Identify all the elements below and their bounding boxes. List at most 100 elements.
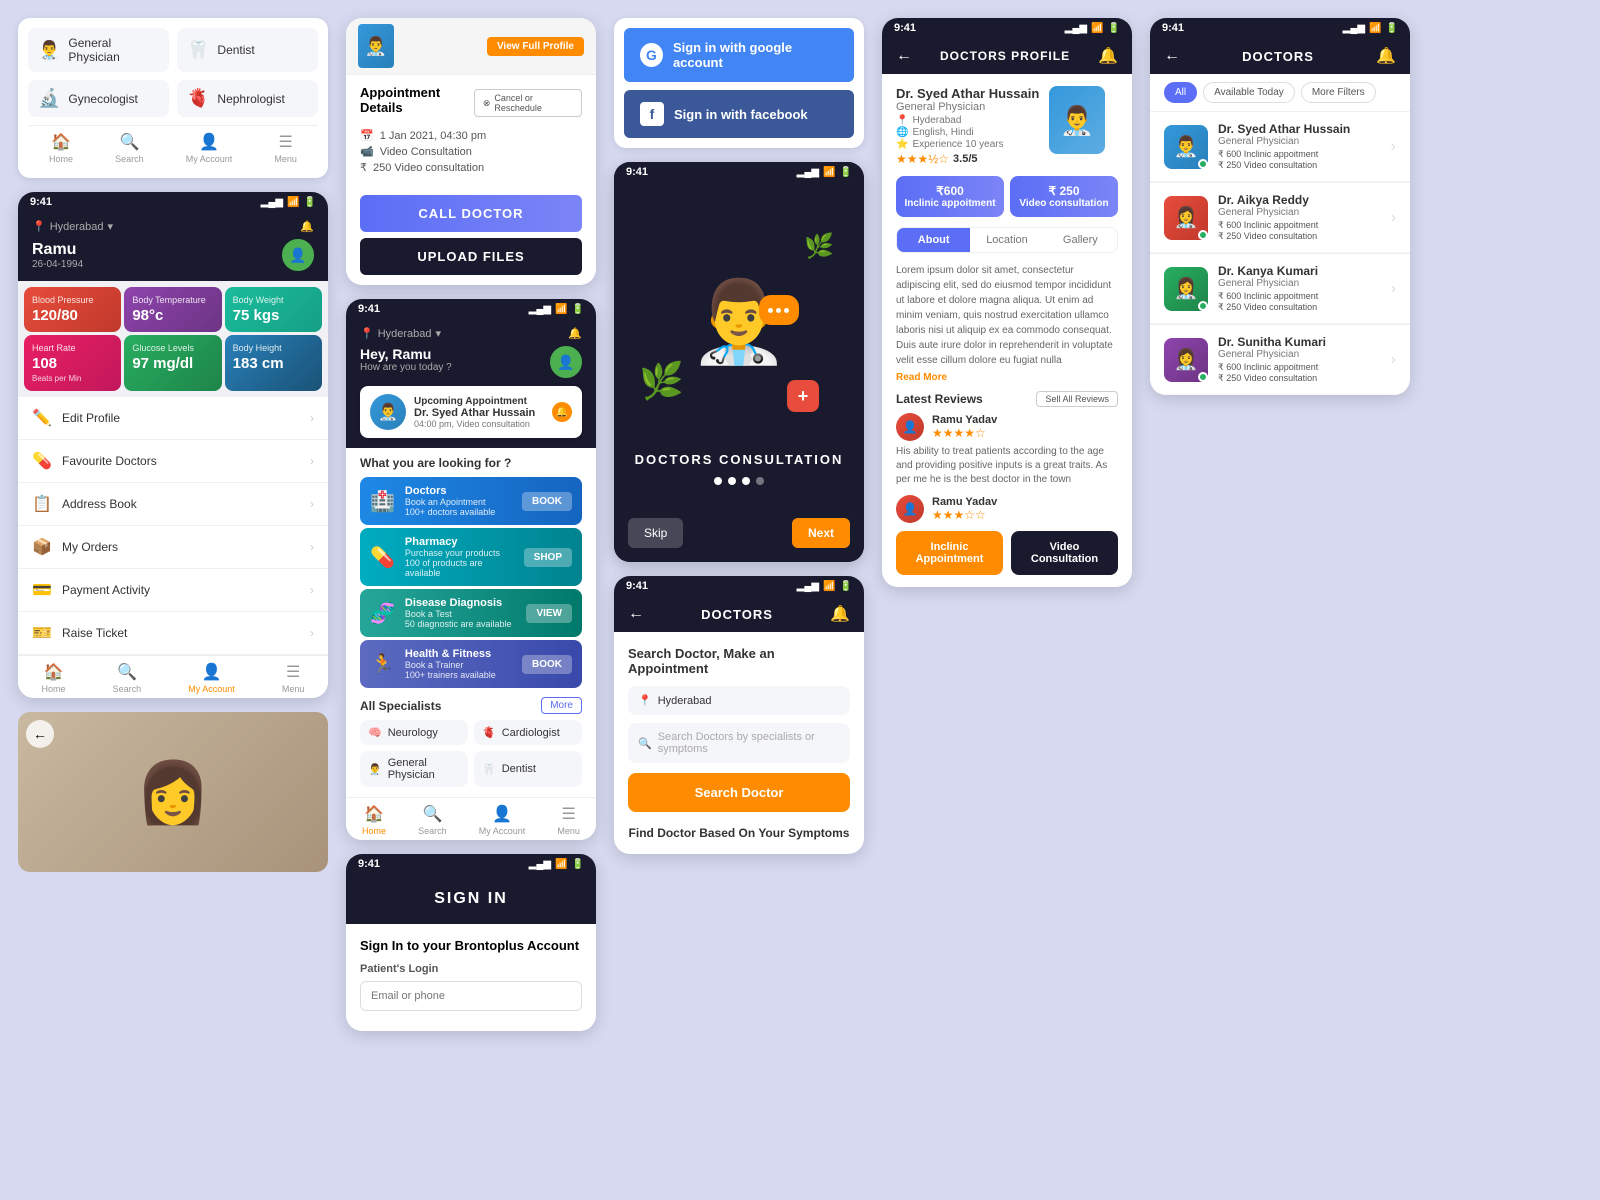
nav-menu[interactable]: ☰ Menu: [557, 804, 580, 836]
doctor-list-item-4[interactable]: 👩‍⚕️ Dr. Sunitha Kumari General Physicia…: [1150, 325, 1410, 395]
video-consultation-button[interactable]: Video Consultation: [1011, 531, 1118, 575]
nav-search[interactable]: 🔍 Search: [113, 662, 142, 694]
inclinic-price-button[interactable]: ₹600 Inclinic appoitment: [896, 176, 1004, 217]
doctor-list-item-1[interactable]: 👨‍⚕️ Dr. Syed Athar Hussain General Phys…: [1150, 112, 1410, 182]
back-arrow-icon[interactable]: ←: [628, 605, 644, 623]
read-more-button[interactable]: Read More: [896, 372, 1118, 383]
service-diagnosis[interactable]: 🧬 Disease Diagnosis Book a Test 50 diagn…: [360, 589, 582, 637]
specialty-nephrologist[interactable]: 🫀 Nephrologist: [177, 80, 318, 117]
sell-all-button[interactable]: Sell All Reviews: [1036, 391, 1118, 407]
health-card-temp[interactable]: Body Temperature 98°c: [124, 287, 221, 332]
health-card-glucose[interactable]: Glucose Levels 97 mg/dl: [124, 335, 221, 391]
status-time: 9:41: [30, 196, 52, 208]
service-title: Pharmacy: [405, 536, 514, 548]
signal-icon: 📶: [287, 197, 299, 208]
back-arrow-icon[interactable]: ←: [1164, 47, 1180, 65]
specialist-general[interactable]: 👨‍⚕️ General Physician: [360, 751, 468, 787]
service-fitness[interactable]: 🏃 Health & Fitness Book a Trainer 100+ t…: [360, 640, 582, 688]
service-doctors[interactable]: 🏥 Doctors Book an Apointment 100+ doctor…: [360, 477, 582, 525]
filter-available-today[interactable]: Available Today: [1203, 82, 1295, 103]
specialty-general-physician[interactable]: 👨‍⚕️ General Physician: [28, 28, 169, 72]
video-price-button[interactable]: ₹ 250 Video consultation: [1010, 176, 1118, 217]
search-doctor-button[interactable]: Search Doctor: [628, 773, 850, 812]
service-pharmacy[interactable]: 💊 Pharmacy Purchase your products 100 of…: [360, 528, 582, 586]
nav-home[interactable]: 🏠 Home: [362, 804, 386, 836]
tab-gallery[interactable]: Gallery: [1044, 228, 1117, 252]
menu-address-book[interactable]: 📋 Address Book ›: [18, 483, 328, 526]
user-avatar[interactable]: 👤: [282, 239, 314, 271]
back-button[interactable]: ←: [26, 720, 54, 748]
bell-icon[interactable]: 🔔: [300, 220, 314, 233]
bell-icon[interactable]: 🔔: [1376, 46, 1396, 66]
service-sub: Purchase your products: [405, 548, 514, 558]
filter-all[interactable]: All: [1164, 82, 1197, 103]
service-extra: 100+ doctors available: [405, 507, 495, 517]
google-signin-button[interactable]: G Sign in with google account: [624, 28, 854, 82]
appointment-phone: 👨‍⚕️ View Full Profile Appointment Detai…: [346, 18, 596, 285]
home-phone: 9:41 ▂▄▆ 📶 🔋 📍 Hyderabad ▾ 🔔 Hey, Ramu H…: [346, 299, 596, 840]
upcoming-doc-name: Dr. Syed Athar Hussain: [414, 407, 535, 419]
specialty-dentist[interactable]: 🦷 Dentist: [177, 28, 318, 72]
back-arrow-icon[interactable]: ←: [896, 47, 912, 65]
inclinic-appointment-button[interactable]: Inclinic Appointment: [896, 531, 1003, 575]
cancel-reschedule-button[interactable]: ⊗ Cancel or Reschedule: [474, 89, 582, 117]
health-card-heart[interactable]: Heart Rate 108 Beats per Min: [24, 335, 121, 391]
menu-payment-activity[interactable]: 💳 Payment Activity ›: [18, 569, 328, 612]
location-selector[interactable]: 📍 Hyderabad: [628, 686, 850, 715]
book-fitness-button[interactable]: BOOK: [522, 655, 572, 674]
nav-search[interactable]: 🔍 Search: [418, 804, 447, 836]
signal-icon: ▂▄▆: [797, 167, 819, 178]
filter-more-filters[interactable]: More Filters: [1301, 82, 1376, 103]
doctor-list-item-2[interactable]: 👩‍⚕️ Dr. Aikya Reddy General Physician ₹…: [1150, 183, 1410, 253]
doctor-video-price-2: ₹ 250 Video consultation: [1218, 231, 1381, 242]
signal-icon: ▂▄▆: [529, 304, 551, 315]
specialist-cardiologist[interactable]: 🫀 Cardiologist: [474, 720, 582, 745]
user-avatar[interactable]: 👤: [550, 346, 582, 378]
nav-menu[interactable]: ☰ Menu: [282, 662, 305, 694]
health-card-weight[interactable]: Body Weight 75 kgs: [225, 287, 322, 332]
specialty-gynecologist[interactable]: 🔬 Gynecologist: [28, 80, 169, 117]
doctor-list-item-3[interactable]: 👩‍⚕️ Dr. Kanya Kumari General Physician …: [1150, 254, 1410, 324]
status-time-docsearch: 9:41: [626, 580, 648, 592]
view-button[interactable]: VIEW: [526, 604, 572, 623]
doctor-profile-phone: 9:41 ▂▄▆ 📶 🔋 ← DOCTORS PROFILE 🔔 Dr. Sye…: [882, 18, 1132, 587]
payment-icon: 💳: [32, 580, 52, 600]
nav-account[interactable]: 👤 My Account: [479, 804, 526, 836]
edit-icon: ✏️: [32, 408, 52, 428]
nav-menu[interactable]: ☰ Menu: [274, 132, 297, 164]
tab-location[interactable]: Location: [970, 228, 1043, 252]
tab-about[interactable]: About: [897, 228, 970, 252]
specialist-neurology[interactable]: 🧠 Neurology: [360, 720, 468, 745]
email-input[interactable]: [360, 981, 582, 1011]
upload-files-button[interactable]: UPLOAD FILES: [360, 238, 582, 275]
nav-account[interactable]: 👤 My Account: [186, 132, 233, 164]
nav-home[interactable]: 🏠 Home: [49, 132, 73, 164]
skip-button[interactable]: Skip: [628, 518, 683, 548]
nav-home[interactable]: 🏠 Home: [42, 662, 66, 694]
book-button[interactable]: BOOK: [522, 492, 572, 511]
doctor-search-header: ← DOCTORS 🔔: [614, 596, 864, 632]
call-doctor-button[interactable]: CALL DOCTOR: [360, 195, 582, 232]
battery-icon: 🔋: [572, 304, 584, 315]
upcoming-appointment-card[interactable]: 👨‍⚕️ Upcoming Appointment Dr. Syed Athar…: [360, 386, 582, 438]
next-button[interactable]: Next: [792, 518, 850, 548]
menu-raise-ticket[interactable]: 🎫 Raise Ticket ›: [18, 612, 328, 655]
menu-my-orders[interactable]: 📦 My Orders ›: [18, 526, 328, 569]
facebook-signin-button[interactable]: f Sign in with facebook: [624, 90, 854, 138]
pin-icon: 📍: [360, 327, 374, 340]
menu-favourite-doctors[interactable]: 💊 Favourite Doctors ›: [18, 440, 328, 483]
bell-icon[interactable]: 🔔: [568, 327, 582, 340]
doctor-avatar: 👨‍⚕️: [370, 394, 406, 430]
more-button[interactable]: More: [541, 697, 582, 714]
shop-button[interactable]: SHOP: [524, 548, 572, 567]
health-card-height[interactable]: Body Height 183 cm: [225, 335, 322, 391]
view-full-profile-button[interactable]: View Full Profile: [487, 37, 584, 56]
bell-icon[interactable]: 🔔: [830, 604, 850, 624]
location-row: 📍 Hyderabad ▾ 🔔: [32, 220, 314, 233]
bell-icon[interactable]: 🔔: [1098, 46, 1118, 66]
health-card-bp[interactable]: Blood Pressure 120/80: [24, 287, 121, 332]
menu-edit-profile[interactable]: ✏️ Edit Profile ›: [18, 397, 328, 440]
nav-account[interactable]: 👤 My Account: [188, 662, 235, 694]
nav-search[interactable]: 🔍 Search: [115, 132, 144, 164]
specialist-dentist[interactable]: 🦷 Dentist: [474, 751, 582, 787]
